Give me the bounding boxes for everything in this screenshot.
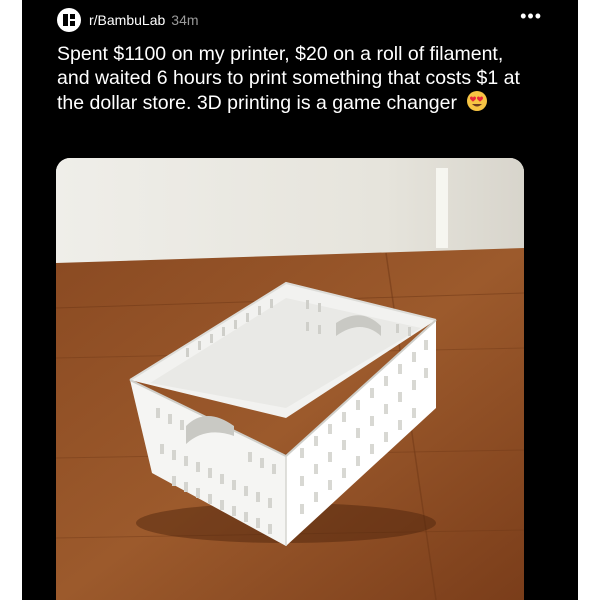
post-image[interactable] <box>56 158 524 600</box>
post-header: r/BambuLab 34m <box>57 8 199 32</box>
post-age: 34m <box>171 12 199 28</box>
heart-eyes-emoji-icon <box>466 90 488 118</box>
more-options-icon[interactable]: ••• <box>520 6 542 27</box>
post-card: r/BambuLab 34m ••• Spent $1100 on my pri… <box>22 0 578 600</box>
bambulab-logo-icon <box>63 14 75 26</box>
post-title-text: Spent $1100 on my printer, $20 on a roll… <box>57 43 520 114</box>
storage-basket-photo <box>56 158 524 600</box>
subreddit-name[interactable]: r/BambuLab <box>89 12 165 28</box>
subreddit-avatar[interactable] <box>57 8 81 32</box>
post-title: Spent $1100 on my printer, $20 on a roll… <box>57 42 537 118</box>
